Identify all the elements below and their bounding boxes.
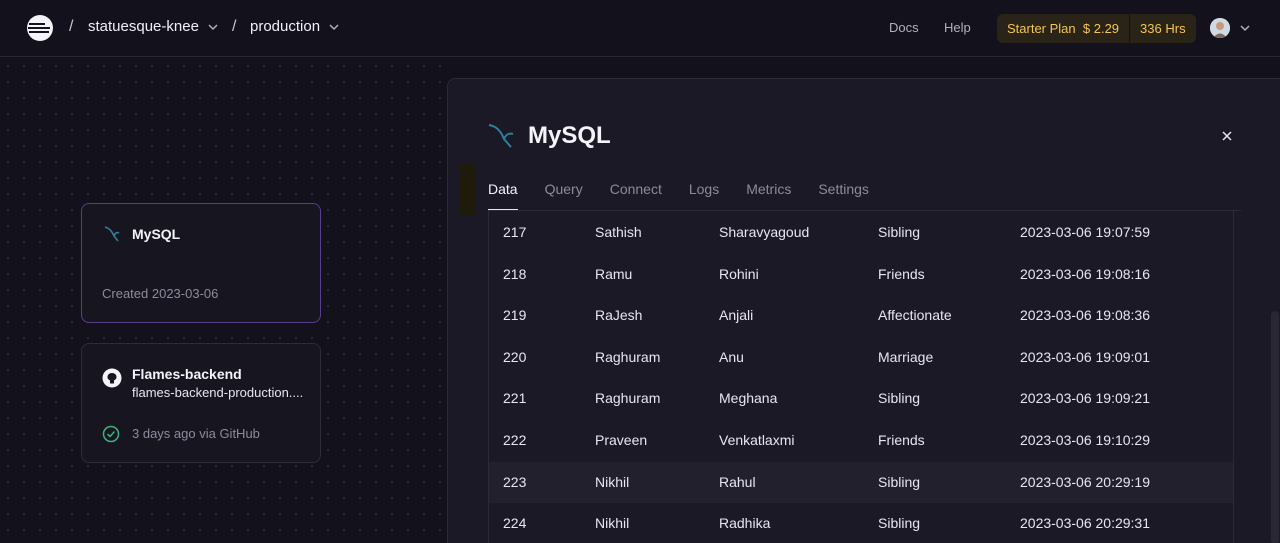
cell-id: 220 bbox=[503, 348, 527, 365]
environment-selector[interactable]: production bbox=[250, 18, 340, 35]
help-link[interactable]: Help bbox=[944, 20, 971, 35]
cell-relation-name: Sharavyagoud bbox=[719, 224, 810, 240]
cell-relationship: Sibling bbox=[878, 390, 921, 407]
project-selector[interactable]: statuesque-knee bbox=[88, 18, 219, 35]
card-title: MySQL bbox=[132, 226, 181, 242]
panel-tabs: Data Query Connect Logs Metrics Settings bbox=[488, 179, 896, 211]
tab-data[interactable]: Data bbox=[488, 179, 518, 211]
cell-id: 222 bbox=[503, 432, 527, 448]
check-circle-icon bbox=[102, 425, 120, 443]
cell-created-at: 2023-03-06 19:07:59 bbox=[1020, 224, 1150, 240]
mysql-dolphin-icon bbox=[488, 124, 514, 148]
mysql-service-card[interactable]: MySQL Created 2023-03-06 bbox=[81, 203, 321, 323]
project-canvas: MySQL Created 2023-03-06 Flames-backend … bbox=[0, 58, 448, 543]
cell-relation-name: Anu bbox=[719, 348, 744, 365]
tab-metrics[interactable]: Metrics bbox=[746, 179, 791, 211]
cell-id: 217 bbox=[503, 224, 527, 240]
cell-created-at: 2023-03-06 20:29:19 bbox=[1020, 473, 1150, 490]
tab-query[interactable]: Query bbox=[545, 179, 583, 211]
cell-created-at: 2023-03-06 19:09:01 bbox=[1020, 348, 1150, 365]
environment-name: production bbox=[250, 18, 321, 35]
tab-connect[interactable]: Connect bbox=[610, 179, 662, 211]
cell-name: RaJesh bbox=[595, 307, 643, 324]
cell-relation-name: Rohini bbox=[719, 265, 759, 282]
plan-name: Starter Plan $ 2.29 bbox=[1007, 21, 1120, 36]
cell-id: 218 bbox=[503, 265, 527, 282]
cell-relationship: Sibling bbox=[878, 224, 921, 240]
table-row[interactable]: 218 Ramu Rohini Friends 2023-03-06 19:08:16 bbox=[489, 254, 1233, 295]
cell-created-at: 2023-03-06 19:09:21 bbox=[1020, 390, 1150, 407]
cell-name: Raghuram bbox=[595, 348, 661, 365]
table-row[interactable]: 224 Nikhil Radhika Sibling 2023-03-06 20:29:… bbox=[489, 503, 1233, 543]
cell-name: Ramu bbox=[595, 265, 633, 282]
project-name: statuesque-knee bbox=[88, 18, 199, 35]
close-icon[interactable] bbox=[1220, 129, 1234, 143]
app-logo-icon[interactable] bbox=[26, 14, 54, 42]
cell-name: Raghuram bbox=[595, 390, 661, 407]
cell-relation-name: Meghana bbox=[719, 390, 778, 407]
deploy-status: 3 days ago via GitHub bbox=[132, 426, 260, 441]
plan-usage-badge[interactable]: Starter Plan $ 2.29 336 Hrs bbox=[997, 14, 1196, 43]
cell-created-at: 2023-03-06 20:29:31 bbox=[1020, 515, 1150, 532]
chevron-down-icon[interactable] bbox=[1239, 22, 1251, 34]
cell-name: Praveen bbox=[595, 432, 648, 448]
chevron-down-icon bbox=[208, 23, 218, 30]
service-domain[interactable]: flames-backend-production.... bbox=[132, 385, 303, 400]
cell-relation-name: Radhika bbox=[719, 515, 771, 532]
cell-id: 224 bbox=[503, 515, 527, 532]
top-bar: / statuesque-knee / production Docs Help… bbox=[0, 0, 1280, 57]
table-row[interactable]: 220 Raghuram Anu Marriage 2023-03-06 19:09:0… bbox=[489, 337, 1233, 378]
cell-name: Nikhil bbox=[595, 473, 630, 490]
plan-hours: 336 Hrs bbox=[1140, 21, 1186, 36]
cell-name: Sathish bbox=[595, 224, 642, 240]
cell-relationship: Friends bbox=[878, 265, 925, 282]
table-row[interactable]: 222 Praveen Venkatlaxmi Friends 2023-03-06 1… bbox=[489, 420, 1233, 461]
cell-id: 223 bbox=[503, 473, 527, 490]
cell-id: 219 bbox=[503, 307, 527, 324]
cell-relationship: Sibling bbox=[878, 473, 921, 490]
tab-logs[interactable]: Logs bbox=[689, 179, 719, 211]
table-row[interactable]: 219 RaJesh Anjali Affectionate 2023-03-06 19… bbox=[489, 295, 1233, 336]
avatar[interactable] bbox=[1210, 18, 1230, 38]
chevron-down-icon bbox=[329, 23, 339, 30]
data-table: 217 Sathish Sharavyagoud Sibling 2023-03-06 … bbox=[488, 211, 1234, 543]
card-title: Flames-backend bbox=[132, 366, 242, 382]
mysql-dolphin-icon bbox=[104, 226, 120, 242]
tab-settings[interactable]: Settings bbox=[818, 179, 869, 211]
cell-name: Nikhil bbox=[595, 515, 630, 532]
cell-relation-name: Venkatlaxmi bbox=[719, 432, 795, 448]
breadcrumb-separator: / bbox=[232, 18, 237, 35]
table-row[interactable]: 223 Nikhil Rahul Sibling 2023-03-06 20:29:19 bbox=[489, 461, 1233, 503]
cell-relationship: Sibling bbox=[878, 515, 921, 532]
cell-relationship: Friends bbox=[878, 432, 925, 448]
panel-indicator bbox=[460, 164, 476, 216]
docs-link[interactable]: Docs bbox=[889, 20, 919, 35]
flames-backend-service-card[interactable]: Flames-backend flames-backend-production… bbox=[81, 343, 321, 463]
breadcrumb-separator: / bbox=[69, 18, 74, 35]
cell-relationship: Affectionate bbox=[878, 307, 952, 324]
cell-created-at: 2023-03-06 19:08:36 bbox=[1020, 307, 1150, 324]
created-date: Created 2023-03-06 bbox=[102, 286, 219, 301]
table-row[interactable]: 221 Raghuram Meghana Sibling 2023-03-06 19:0… bbox=[489, 378, 1233, 419]
cell-created-at: 2023-03-06 19:08:16 bbox=[1020, 265, 1150, 282]
cell-id: 221 bbox=[503, 390, 527, 407]
cell-relation-name: Anjali bbox=[719, 307, 754, 324]
cell-created-at: 2023-03-06 19:10:29 bbox=[1020, 432, 1150, 448]
scrollbar[interactable] bbox=[1271, 311, 1279, 543]
service-detail-panel: MySQL Data Query Connect Logs Metrics Se… bbox=[447, 78, 1280, 543]
cell-relation-name: Rahul bbox=[719, 473, 756, 490]
table-row[interactable]: 217 Sathish Sharavyagoud Sibling 2023-03-06 … bbox=[489, 212, 1233, 253]
cell-relationship: Marriage bbox=[878, 348, 934, 365]
github-icon bbox=[102, 368, 122, 388]
panel-title: MySQL bbox=[528, 122, 611, 149]
